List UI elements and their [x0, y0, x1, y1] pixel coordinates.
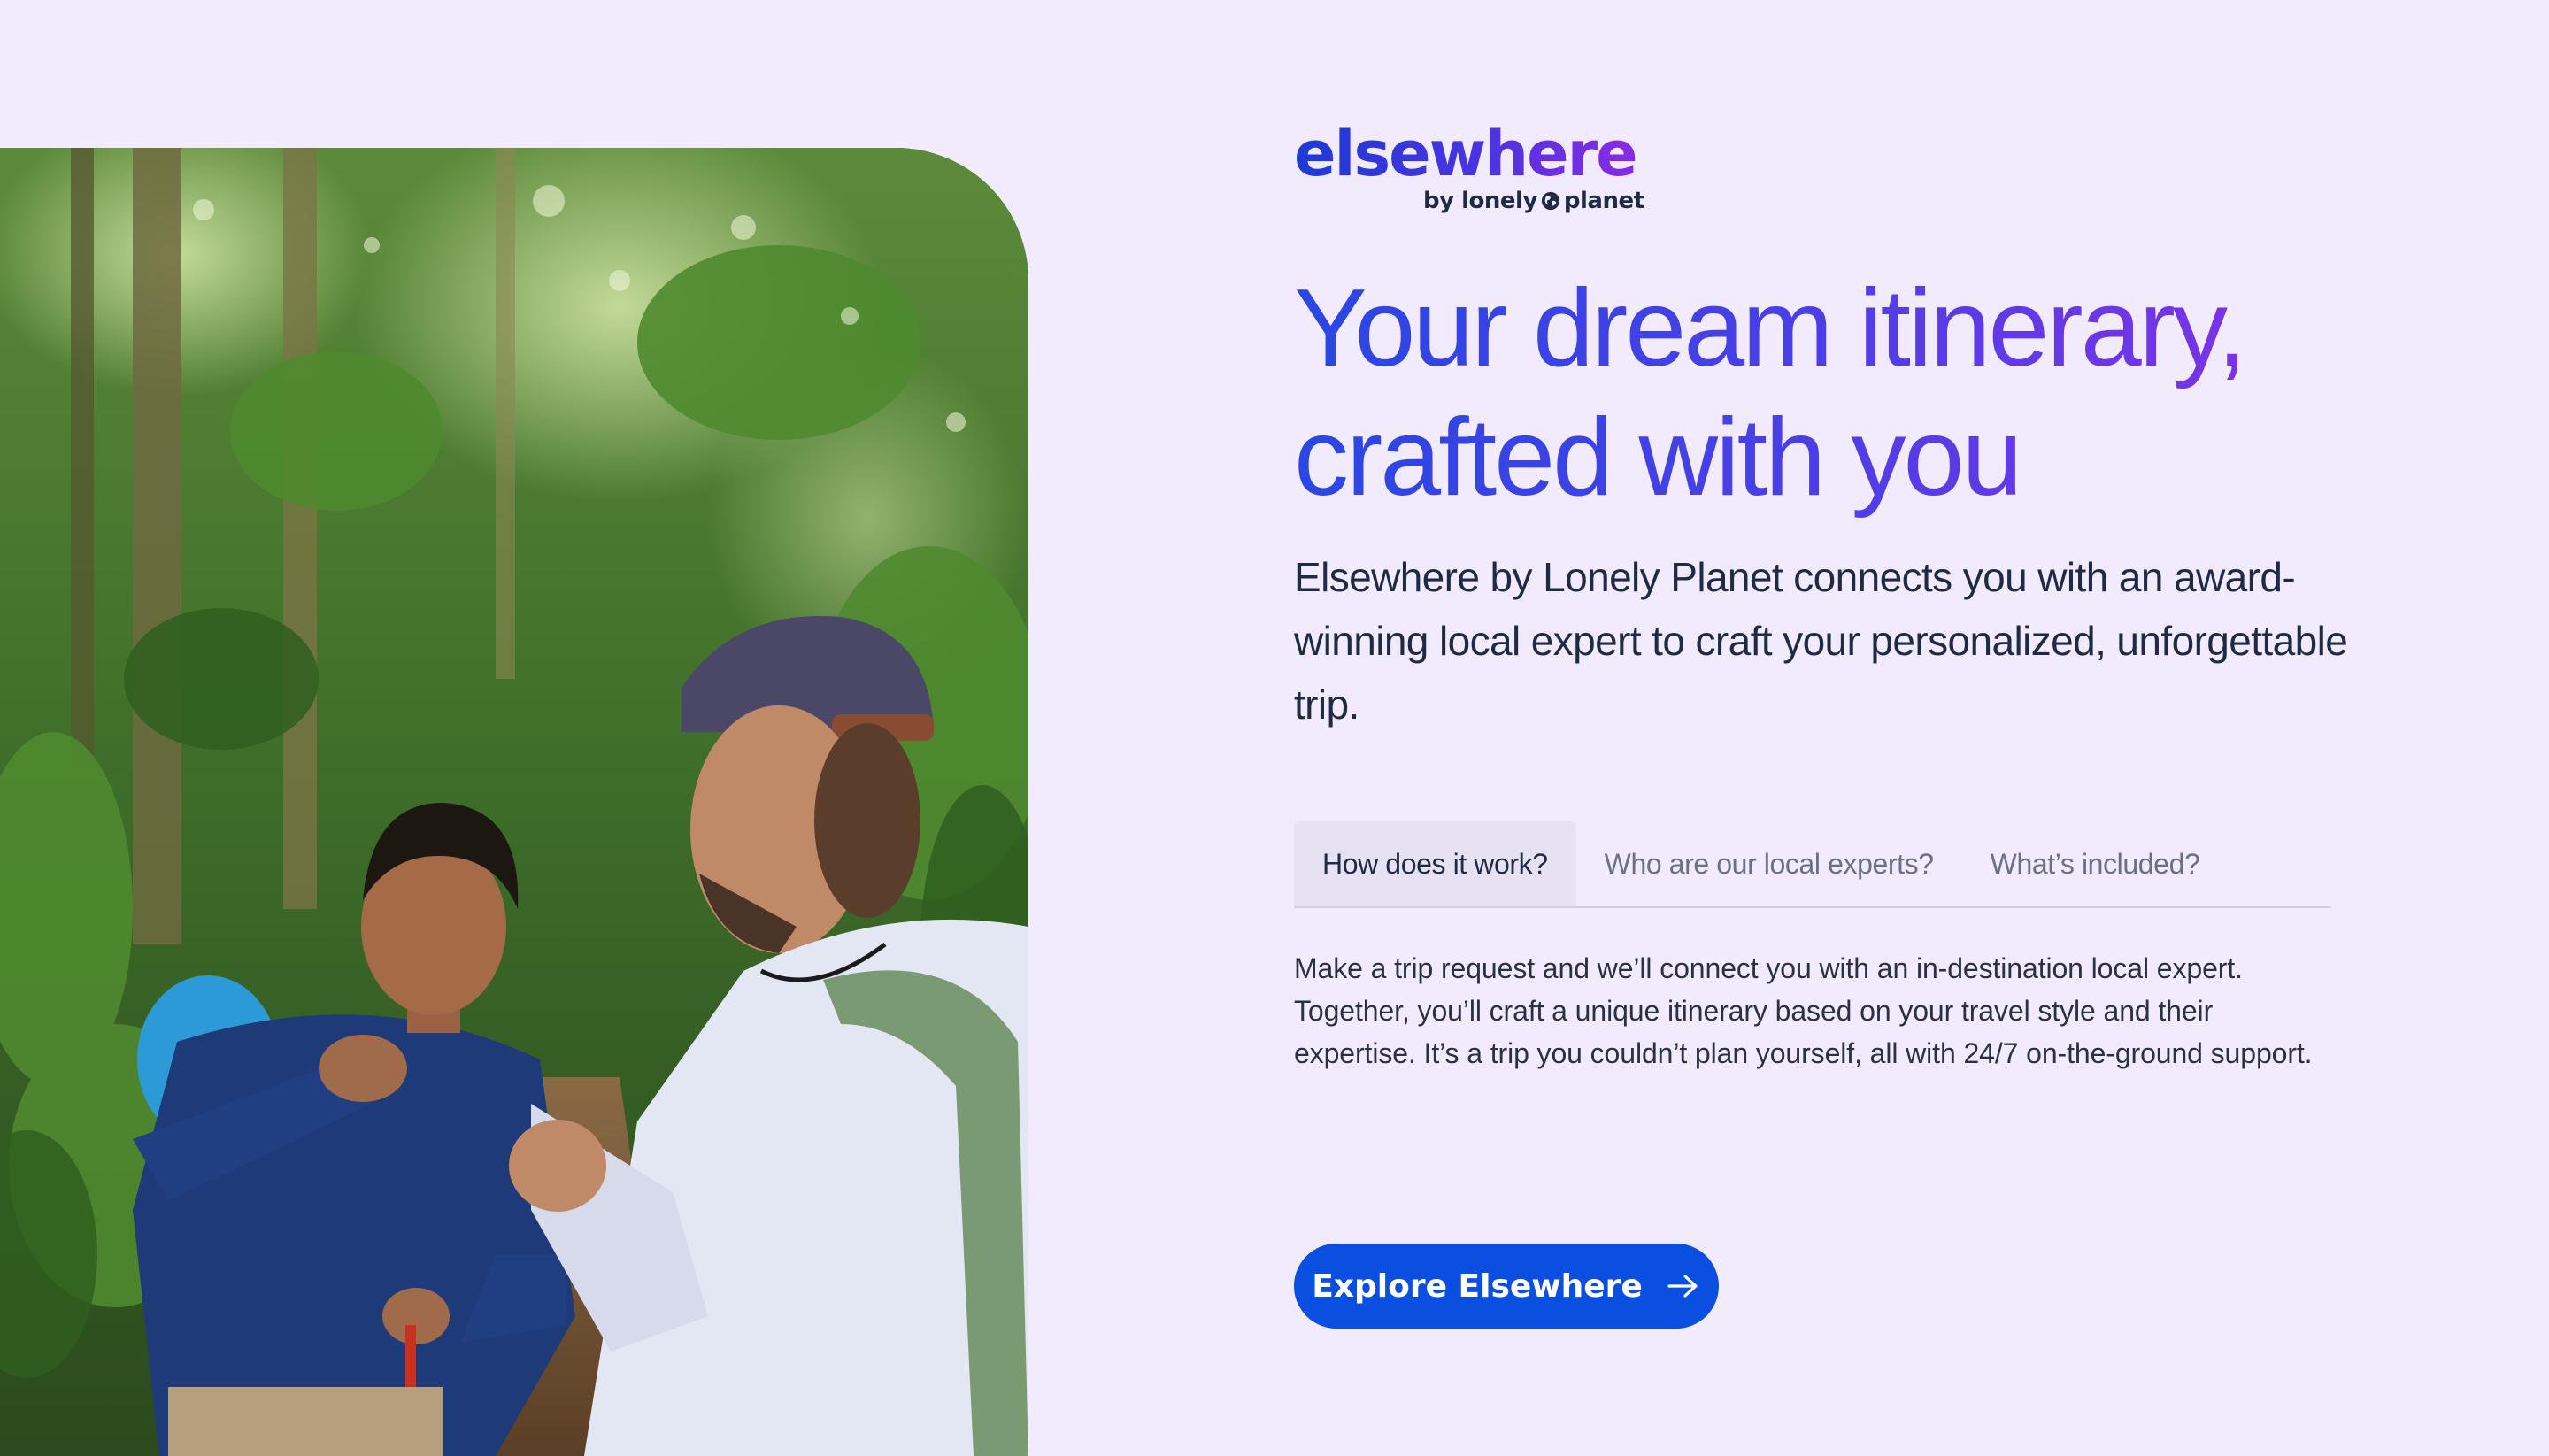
hero-photo [0, 148, 1028, 1456]
logo-byline: by lonely planet [1423, 186, 1644, 216]
explore-elsewhere-button[interactable]: Explore Elsewhere [1294, 1244, 1719, 1329]
byline-suffix: planet [1563, 188, 1644, 214]
tab-whats-included[interactable]: What’s included? [1962, 821, 2229, 906]
explore-button-label: Explore Elsewhere [1312, 1267, 1643, 1305]
tab-local-experts[interactable]: Who are our local experts? [1576, 821, 1962, 906]
tab-panel-text: Make a trip request and we’ll connect yo… [1294, 952, 2313, 1069]
page-headline: Your dream itinerary, crafted with you [1294, 264, 2409, 522]
intro-paragraph: Elsewhere by Lonely Planet connects you … [1294, 554, 2348, 728]
main-content: elsewhere by lonely planet Your dream it… [1294, 0, 2409, 1456]
headline-line-1: Your dream itinerary, [1294, 267, 2245, 389]
byline-prefix: by lonely [1423, 188, 1537, 214]
logo-wordmark: elsewhere [1294, 118, 1638, 190]
tab-how-does-it-work[interactable]: How does it work? [1294, 821, 1576, 906]
arrow-right-icon [1667, 1275, 1698, 1298]
headline-line-2: crafted with you [1294, 397, 2021, 519]
globe-icon [1541, 191, 1559, 211]
elsewhere-logo[interactable]: elsewhere by lonely planet [1294, 119, 1648, 216]
faq-tabs: How does it work? Who are our local expe… [1294, 821, 2331, 908]
